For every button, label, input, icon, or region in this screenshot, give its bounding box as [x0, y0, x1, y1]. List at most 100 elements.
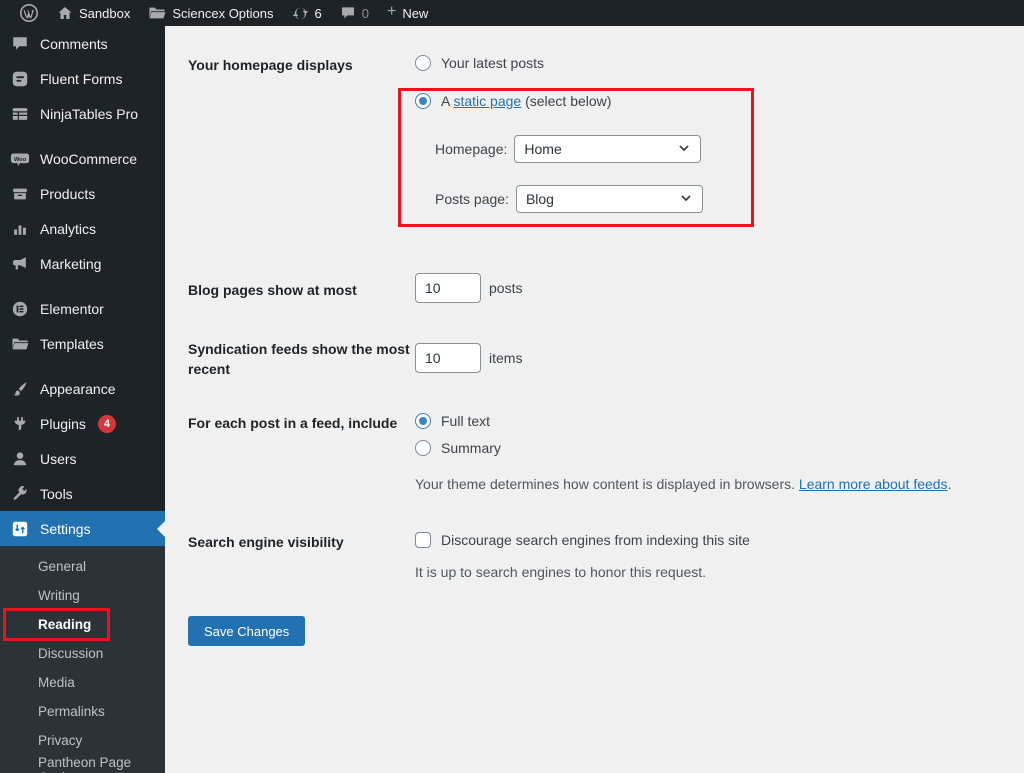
- feed-helper-text: Your theme determines how content is dis…: [415, 474, 1024, 494]
- syndication-count-input[interactable]: [415, 343, 481, 373]
- submenu-item-media[interactable]: Media: [0, 668, 165, 697]
- blog-pages-unit: posts: [489, 280, 523, 296]
- syndication-unit: items: [489, 350, 523, 366]
- sidebar-item-label: Analytics: [40, 220, 97, 237]
- submenu-item-permalinks[interactable]: Permalinks: [0, 697, 165, 726]
- updates-menu[interactable]: 6: [283, 0, 331, 26]
- comments-count: 0: [361, 5, 369, 21]
- submenu-item-privacy[interactable]: Privacy: [0, 726, 165, 755]
- sidebar-item-plugins[interactable]: Plugins 4: [0, 406, 165, 441]
- submenu-item-label: Reading: [38, 617, 92, 632]
- sidebar-item-label: Templates: [40, 335, 104, 352]
- blog-pages-count-input[interactable]: [415, 273, 481, 303]
- ninja-tables-icon: [10, 104, 30, 124]
- new-content-menu[interactable]: + New: [378, 0, 437, 26]
- templates-folder-icon: [10, 334, 30, 354]
- admin-bar: Sandbox Sciencex Options 6 0 + New: [0, 0, 1024, 26]
- update-icon: [292, 5, 309, 22]
- feed-content-label: For each post in a feed, include: [188, 415, 398, 431]
- summary-radio[interactable]: [415, 440, 431, 456]
- feed-helper-suffix: .: [947, 476, 952, 492]
- submenu-item-pantheon-page-cache[interactable]: Pantheon Page Cache: [0, 755, 165, 773]
- products-icon: [10, 184, 30, 204]
- homepage-select-row: Homepage: Home: [435, 135, 1024, 163]
- homepage-select[interactable]: Home: [514, 135, 702, 163]
- latest-posts-option: Your latest posts: [415, 53, 1024, 73]
- blog-pages-row: Blog pages show at most posts: [188, 273, 1024, 303]
- wordpress-logo-menu[interactable]: [10, 0, 48, 26]
- save-changes-button[interactable]: Save Changes: [188, 616, 306, 646]
- static-page-label: A static page (select below): [441, 93, 611, 109]
- static-page-radio[interactable]: [415, 93, 431, 109]
- sidebar-item-products[interactable]: Products: [0, 176, 165, 211]
- plus-icon: +: [386, 3, 397, 20]
- sidebar-item-appearance[interactable]: Appearance: [0, 371, 165, 406]
- settings-icon: [10, 519, 30, 539]
- sidebar-item-elementor[interactable]: Elementor: [0, 291, 165, 326]
- sidebar-item-comments[interactable]: Comments: [0, 26, 165, 61]
- submenu-item-label: Discussion: [38, 646, 104, 661]
- sidebar-item-ninjatables[interactable]: NinjaTables Pro: [0, 96, 165, 131]
- posts-page-select-row: Posts page: Blog: [435, 185, 1024, 213]
- posts-page-select[interactable]: Blog: [515, 185, 703, 213]
- options-menu[interactable]: Sciencex Options: [139, 0, 282, 26]
- search-visibility-label: Search engine visibility: [188, 534, 344, 550]
- syndication-row: Syndication feeds show the most recent i…: [188, 337, 1024, 379]
- home-icon: [57, 5, 73, 21]
- reading-settings-form: Your homepage displays Your latest posts…: [165, 26, 1024, 773]
- submenu-item-discussion[interactable]: Discussion: [0, 639, 165, 668]
- latest-posts-radio[interactable]: [415, 55, 431, 71]
- menu-separator: [0, 281, 165, 291]
- sidebar-item-analytics[interactable]: Analytics: [0, 211, 165, 246]
- learn-more-feeds-link[interactable]: Learn more about feeds: [799, 476, 948, 492]
- search-visibility-row: Search engine visibility Discourage sear…: [188, 530, 1024, 582]
- comments-bubble-menu[interactable]: 0: [331, 0, 378, 26]
- sidebar-item-label: Elementor: [40, 300, 104, 317]
- submenu-item-reading[interactable]: Reading: [0, 608, 165, 641]
- summary-label: Summary: [441, 440, 501, 456]
- sidebar-item-users[interactable]: Users: [0, 441, 165, 476]
- options-label: Sciencex Options: [172, 5, 274, 21]
- sidebar-item-label: Comments: [40, 35, 108, 52]
- admin-sidebar: Comments Fluent Forms NinjaTables Pro Wo…: [0, 26, 165, 773]
- homepage-displays-row: Your homepage displays Your latest posts…: [188, 53, 1024, 213]
- syndication-label: Syndication feeds show the most recent: [188, 341, 410, 377]
- marketing-icon: [10, 254, 30, 274]
- sidebar-item-templates[interactable]: Templates: [0, 326, 165, 361]
- sidebar-item-label: Fluent Forms: [40, 70, 123, 87]
- submenu-item-general[interactable]: General: [0, 552, 165, 581]
- sidebar-item-label: Marketing: [40, 255, 102, 272]
- settings-submenu: General Writing Reading Discussion Media…: [0, 546, 165, 773]
- appearance-brush-icon: [10, 379, 30, 399]
- submenu-item-label: Writing: [38, 588, 80, 603]
- plugins-update-badge: 4: [97, 414, 116, 433]
- static-page-link[interactable]: static page: [453, 93, 521, 109]
- syndication-control: items: [415, 337, 1024, 379]
- sidebar-item-label: WooCommerce: [40, 150, 137, 167]
- site-menu[interactable]: Sandbox: [48, 0, 139, 26]
- plugins-icon: [10, 414, 30, 434]
- submenu-item-writing[interactable]: Writing: [0, 581, 165, 610]
- woocommerce-icon: Woo: [10, 149, 30, 169]
- sidebar-item-tools[interactable]: Tools: [0, 476, 165, 511]
- sidebar-item-label: Products: [40, 185, 96, 202]
- users-icon: [10, 449, 30, 469]
- sidebar-item-label: Settings: [40, 520, 91, 537]
- static-page-suffix: (select below): [525, 93, 612, 109]
- search-visibility-control: Discourage search engines from indexing …: [415, 530, 1024, 582]
- new-label: New: [402, 5, 429, 21]
- homepage-select-label: Homepage:: [435, 141, 508, 157]
- sidebar-item-woocommerce[interactable]: Woo WooCommerce: [0, 141, 165, 176]
- sidebar-item-fluent-forms[interactable]: Fluent Forms: [0, 61, 165, 96]
- sidebar-item-settings[interactable]: Settings: [0, 511, 165, 546]
- sidebar-item-label: Plugins: [40, 415, 86, 432]
- posts-page-select-value: Blog: [525, 191, 554, 207]
- sidebar-item-label: NinjaTables Pro: [40, 105, 139, 122]
- discourage-indexing-checkbox[interactable]: [415, 532, 431, 548]
- feed-helper-prefix: Your theme determines how content is dis…: [415, 476, 799, 492]
- full-text-radio[interactable]: [415, 413, 431, 429]
- submenu-item-label: Permalinks: [38, 704, 105, 719]
- tools-wrench-icon: [10, 484, 30, 504]
- blog-pages-control: posts: [415, 273, 1024, 303]
- sidebar-item-marketing[interactable]: Marketing: [0, 246, 165, 281]
